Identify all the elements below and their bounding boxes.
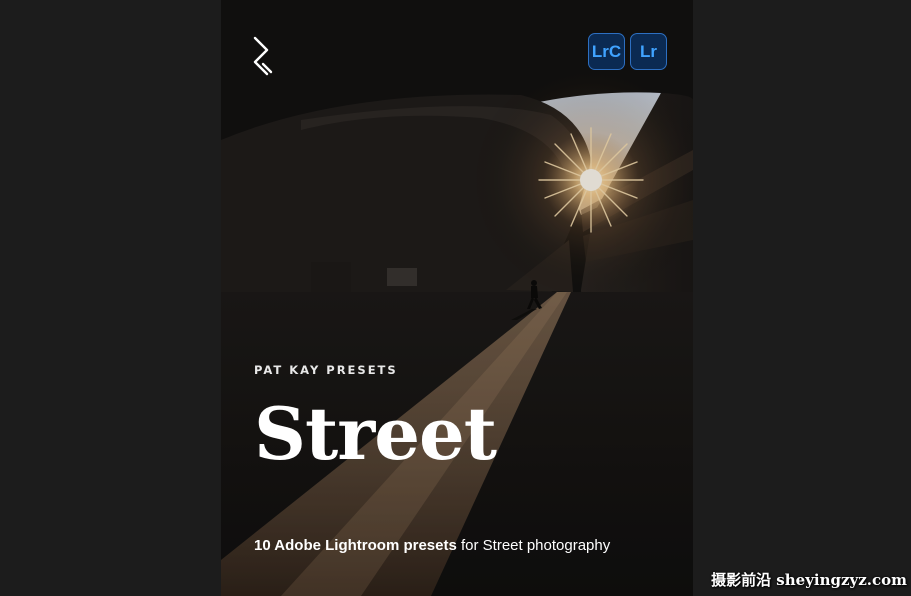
brand-label: PAT KAY PRESETS [254, 363, 398, 377]
poster-title: Street [254, 391, 497, 476]
lightroom-badge: Lr [630, 33, 667, 70]
poster-subtitle: 10 Adobe Lightroom presets for Street ph… [254, 537, 610, 554]
app-badges: LrC Lr [588, 33, 667, 70]
subtitle-rest: for Street photography [456, 537, 611, 554]
preset-poster: LrC Lr PAT KAY PRESETS Street 10 Adobe L… [221, 0, 693, 596]
lightroom-classic-badge: LrC [588, 33, 625, 70]
street-photo [221, 0, 693, 596]
zigzag-logo-icon [253, 36, 273, 76]
site-watermark: 摄影前沿 sheyingzyz.com [711, 571, 907, 589]
subtitle-bold: 10 Adobe Lightroom presets [254, 537, 457, 554]
screenshot-stage: LrC Lr PAT KAY PRESETS Street 10 Adobe L… [0, 0, 911, 596]
